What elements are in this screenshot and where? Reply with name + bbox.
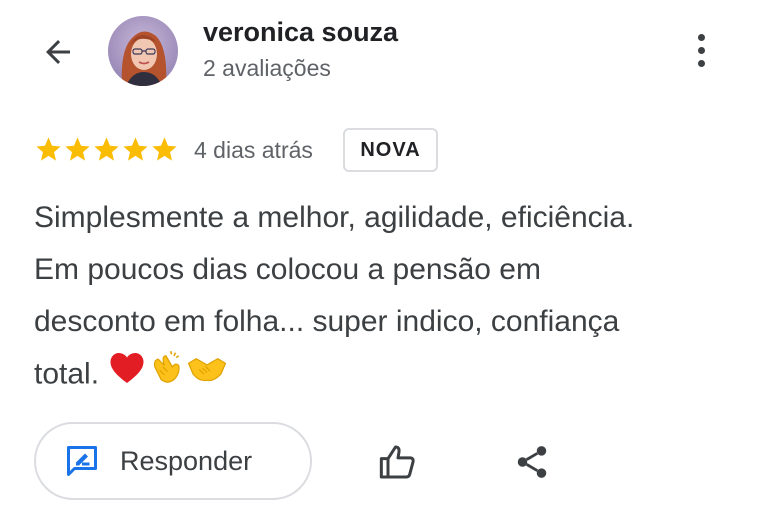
more-options-button[interactable]: [684, 30, 718, 70]
avatar[interactable]: [108, 16, 178, 86]
review-line-last: total.: [34, 348, 734, 403]
back-arrow-icon: [46, 40, 70, 64]
reply-label: Responder: [120, 445, 253, 476]
reply-icon: [67, 446, 97, 476]
more-vert-icon: [697, 33, 705, 41]
reviewer-name[interactable]: veronica souza: [203, 17, 398, 48]
star-icon: [152, 137, 177, 161]
review-line: Simplesmente a melhor, agilidade, eficiê…: [34, 201, 635, 234]
star-rating: [34, 135, 179, 164]
review-line: Em poucos dias colocou a pensão em: [34, 253, 541, 286]
star-icon: [94, 137, 119, 161]
reply-button[interactable]: Responder: [34, 422, 312, 500]
review-time: 4 dias atrás: [194, 137, 313, 163]
avatar-photo: [108, 16, 178, 86]
star-icon: [36, 137, 61, 161]
clapping-hands-icon: [147, 348, 185, 403]
review-count: 2 avaliações: [203, 55, 331, 81]
thumb-up-icon: [379, 445, 415, 479]
share-button[interactable]: [510, 440, 554, 484]
handshake-icon: [187, 350, 227, 402]
review-line: desconto em folha... super indico, confi…: [34, 305, 620, 338]
like-button[interactable]: [376, 440, 420, 484]
review-line-text: total.: [34, 357, 100, 391]
share-icon: [517, 446, 547, 478]
new-badge: NOVA: [343, 128, 438, 172]
review-text: Simplesmente a melhor, agilidade, eficiê…: [34, 192, 734, 403]
back-button[interactable]: [38, 32, 78, 72]
star-icon: [65, 137, 90, 161]
star-icon: [123, 137, 148, 161]
red-heart-icon: [109, 350, 145, 402]
